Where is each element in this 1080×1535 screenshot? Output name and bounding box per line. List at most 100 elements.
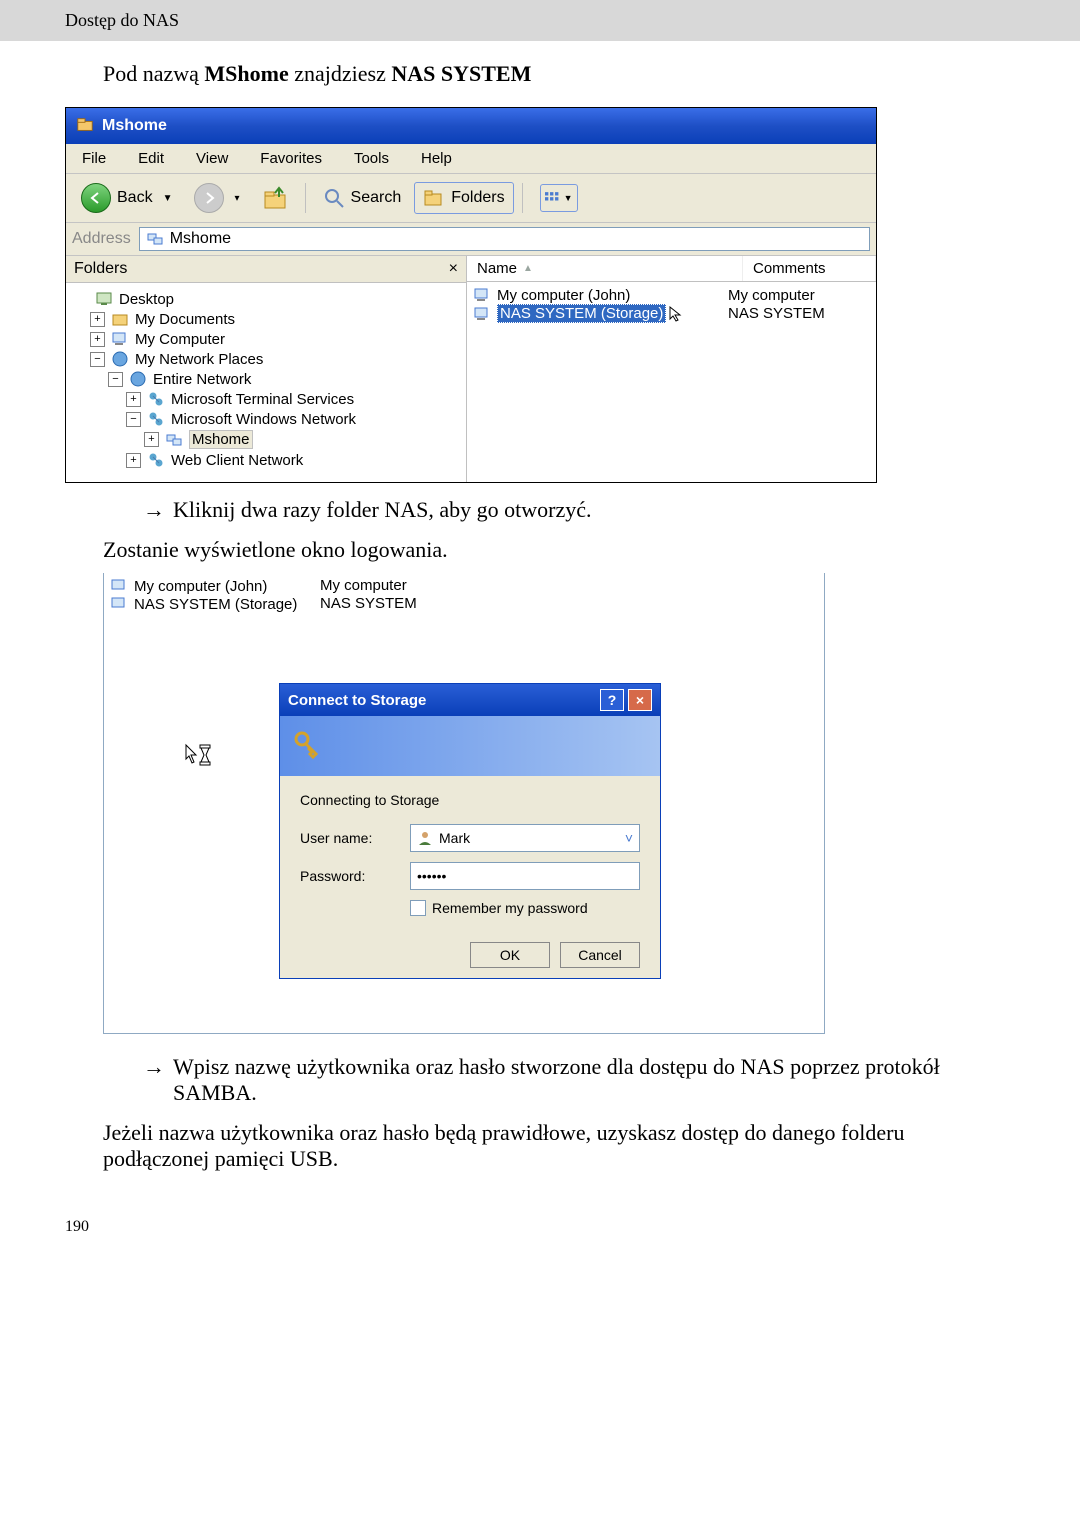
password-label: Password: — [300, 868, 410, 884]
tree-my-documents[interactable]: + My Documents — [90, 309, 460, 329]
column-header-comments[interactable]: Comments — [743, 256, 876, 281]
collapse-icon[interactable]: − — [108, 372, 123, 387]
list-item[interactable]: My computer (John) My computer — [473, 286, 870, 304]
folder-tree: Desktop + My Documents +My Computer −My N… — [66, 283, 466, 482]
folders-label: Folders — [451, 189, 504, 207]
list-item[interactable]: NAS SYSTEM (Storage) NAS SYSTEM — [110, 595, 818, 613]
window-title: Mshome — [102, 117, 167, 135]
tree-label: Desktop — [119, 291, 174, 308]
toolbar-separator — [522, 183, 523, 213]
up-button[interactable] — [253, 180, 297, 216]
instruction-1: → Kliknij dwa razy folder NAS, aby go otw… — [143, 497, 1015, 523]
list-body: My computer (John) My computer NAS SYSTE… — [467, 282, 876, 327]
connect-dialog: Connect to Storage ? × Connecting to Sto… — [279, 683, 661, 979]
username-label: User name: — [300, 830, 410, 846]
username-input[interactable]: Mark ˅ — [410, 824, 640, 852]
doc-intro-line: Pod nazwą MShome znajdziesz NAS SYSTEM — [103, 61, 1015, 87]
menu-favorites[interactable]: Favorites — [244, 148, 338, 169]
list-body: My computer (John) My computer NAS SYSTE… — [104, 573, 824, 617]
explorer-body: Folders × Desktop + My Documents +My Comp… — [66, 256, 876, 482]
tree-entire-network[interactable]: − Entire Network — [108, 369, 460, 389]
address-bar: Address Mshome — [66, 223, 876, 256]
folders-panel-header: Folders × — [66, 256, 466, 283]
column-header-name[interactable]: Name▲ — [467, 256, 743, 281]
tree-my-network-places[interactable]: −My Network Places — [90, 349, 460, 369]
menu-edit[interactable]: Edit — [122, 148, 180, 169]
menu-tools[interactable]: Tools — [338, 148, 405, 169]
expand-icon[interactable]: + — [126, 453, 141, 468]
desktop-icon — [95, 290, 113, 308]
password-input[interactable]: •••••• — [410, 862, 640, 890]
folders-icon — [423, 187, 445, 209]
network-computer-icon — [473, 305, 491, 323]
tree-ms-windows-network[interactable]: − Microsoft Windows Network — [126, 409, 460, 429]
item-name: NAS SYSTEM (Storage) — [134, 596, 297, 613]
back-label: Back — [117, 189, 153, 207]
folder-up-icon — [262, 185, 288, 211]
tree-ms-terminal[interactable]: + Microsoft Terminal Services — [126, 389, 460, 409]
close-button[interactable]: × — [628, 689, 652, 711]
tree-label: Microsoft Terminal Services — [171, 391, 354, 408]
tree-label: My Documents — [135, 311, 235, 328]
remember-label: Remember my password — [432, 900, 588, 916]
expand-icon[interactable]: + — [90, 312, 105, 327]
menu-view[interactable]: View — [180, 148, 244, 169]
folders-button[interactable]: Folders — [414, 182, 513, 214]
workgroup-icon — [146, 230, 164, 248]
arrow-icon: → — [143, 497, 165, 522]
address-label: Address — [72, 230, 131, 248]
instruction-3: →Wpisz nazwę użytkownika oraz hasło stwo… — [143, 1054, 1015, 1106]
login-screenshot: My computer (John) My computer NAS SYSTE… — [103, 573, 825, 1034]
instruction-2: Zostanie wyświetlone okno logowania. — [103, 537, 1015, 563]
network-provider-icon — [147, 451, 165, 469]
user-icon — [417, 830, 433, 846]
chevron-down-icon: ▾ — [234, 193, 239, 204]
doc-header: Dostęp do NAS — [0, 0, 1080, 41]
busy-cursor-icon — [184, 743, 214, 767]
dialog-titlebar: Connect to Storage ? × — [280, 684, 660, 716]
item-name: My computer (John) — [497, 287, 630, 304]
search-button[interactable]: Search — [314, 182, 411, 214]
close-icon[interactable]: × — [449, 260, 458, 278]
collapse-icon[interactable]: − — [126, 412, 141, 427]
views-icon: ▼ — [540, 184, 578, 212]
expand-icon[interactable]: + — [144, 432, 159, 447]
chevron-down-icon[interactable]: ˅ — [625, 830, 633, 846]
tree-label: Microsoft Windows Network — [171, 411, 356, 428]
remember-checkbox[interactable] — [410, 900, 426, 916]
tree-my-computer[interactable]: +My Computer — [90, 329, 460, 349]
dialog-banner — [280, 716, 660, 776]
expand-icon[interactable]: + — [90, 332, 105, 347]
list-item[interactable]: My computer (John) My computer — [110, 577, 818, 595]
network-places-icon — [111, 350, 129, 368]
views-button[interactable]: ▼ — [531, 179, 587, 217]
remember-row: Remember my password — [410, 900, 640, 916]
ok-button[interactable]: OK — [470, 942, 550, 968]
list-header: Name▲ Comments — [467, 256, 876, 282]
toolbar: Back ▼ ▾ — [66, 174, 876, 223]
expand-icon[interactable]: + — [126, 392, 141, 407]
menu-file[interactable]: File — [66, 148, 122, 169]
list-item[interactable]: NAS SYSTEM (Storage) NAS SYSTEM — [473, 304, 870, 323]
chevron-down-icon: ▼ — [163, 193, 173, 204]
tree-desktop[interactable]: Desktop — [72, 289, 460, 309]
forward-button[interactable]: ▾ — [185, 178, 248, 218]
tree-mshome[interactable]: +Mshome — [144, 429, 460, 450]
dialog-status: Connecting to Storage — [300, 792, 640, 808]
tree-web-client[interactable]: +Web Client Network — [126, 450, 460, 470]
address-field[interactable]: Mshome — [139, 227, 870, 251]
cancel-button[interactable]: Cancel — [560, 942, 640, 968]
help-button[interactable]: ? — [600, 689, 624, 711]
address-value: Mshome — [170, 230, 231, 248]
back-button[interactable]: Back ▼ — [72, 178, 181, 218]
menu-help[interactable]: Help — [405, 148, 468, 169]
password-value: •••••• — [417, 868, 446, 884]
search-icon — [323, 187, 345, 209]
item-name: My computer (John) — [134, 578, 267, 595]
collapse-icon[interactable]: − — [90, 352, 105, 367]
network-provider-icon — [147, 410, 165, 428]
item-comment: NAS SYSTEM — [728, 305, 825, 322]
tree-label: Entire Network — [153, 371, 251, 388]
instruction-text: Kliknij dwa razy folder NAS, aby go otwo… — [173, 497, 592, 522]
network-computer-icon — [110, 595, 128, 613]
